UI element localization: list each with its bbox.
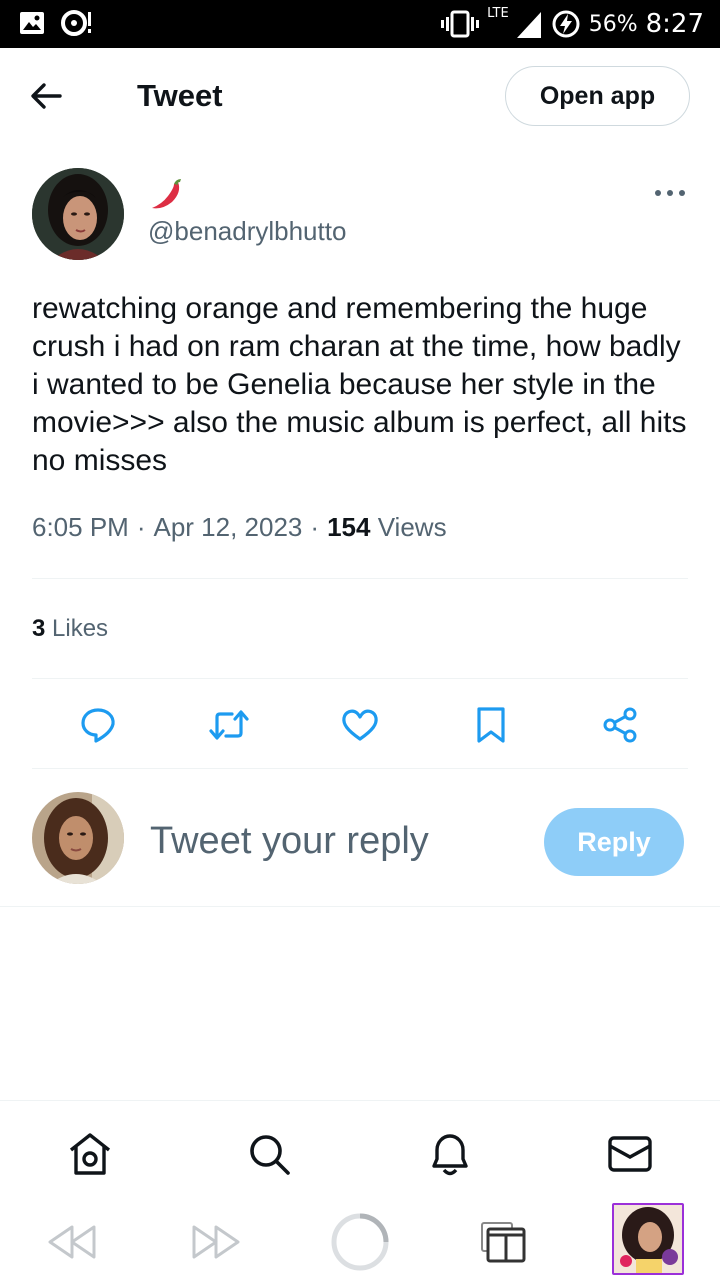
arrow-left-icon [31,83,62,109]
network-type: LTE [487,6,509,21]
nav-messages[interactable] [607,1131,653,1177]
like-button[interactable] [335,700,385,750]
tweet-date[interactable]: Apr 12, 2023 [154,512,303,543]
open-app-button[interactable]: Open app [505,66,690,126]
nav-search[interactable] [246,1131,292,1177]
search-icon [250,1135,290,1175]
reply-icon [81,708,115,743]
browser-back[interactable] [44,1212,100,1272]
page-title: Tweet [137,78,223,113]
back-button[interactable] [28,78,72,118]
forward-icon [192,1225,240,1259]
reply-button[interactable] [73,700,123,750]
vibrate-icon [441,10,480,38]
more-options-icon[interactable] [654,186,686,200]
divider [0,906,720,907]
tweet-time[interactable]: 6:05 PM [32,512,129,543]
chili-pepper-emoji [148,176,184,212]
tabs-icon [481,1222,526,1263]
share-button[interactable] [596,700,646,750]
notifications-icon [432,1134,468,1176]
reply-submit-button[interactable]: Reply [544,808,684,876]
divider [32,678,688,679]
browser-loading[interactable] [328,1212,392,1272]
likes-count: 3 [32,615,46,642]
bookmark-button[interactable] [466,700,516,750]
views-label: Views [377,512,447,542]
clock: 8:27 [645,9,704,39]
bookmark-icon [477,707,505,743]
battery-charging-icon [552,10,580,38]
author-avatar[interactable] [32,168,124,260]
signal-icon [516,12,541,38]
meta-separator: · [310,512,320,542]
header: Tweet Open app [0,48,720,148]
reply-input[interactable]: Tweet your reply [150,820,429,863]
nav-home[interactable] [67,1131,113,1177]
tab-thumbnail[interactable] [612,1203,684,1275]
tweet-text: rewatching orange and remembering the hu… [32,292,687,477]
browser-tabs[interactable] [478,1212,528,1272]
sync-icon [61,10,91,36]
battery-percent: 56% [588,11,638,37]
author-handle[interactable]: @benadrylbhutto [148,216,346,247]
home-icon [69,1133,111,1175]
divider [32,578,688,579]
retweet-icon [209,710,249,740]
image-icon [20,12,44,34]
likes-summary[interactable]: 3 Likes [32,615,108,643]
like-icon [342,709,378,741]
tweet-actions [0,700,720,750]
share-icon [603,707,637,743]
browser-forward[interactable] [188,1212,244,1272]
likes-label: Likes [52,615,109,642]
loading-icon [331,1213,389,1271]
tweet-meta: 6:05 PM · Apr 12, 2023 · 154 Views [32,512,447,543]
nav-notifications[interactable] [427,1131,473,1177]
status-bar: LTE 56% 8:27 [0,0,720,48]
back-icon [48,1225,96,1259]
user-avatar[interactable] [32,792,124,884]
divider [32,768,688,769]
messages-icon [608,1136,652,1172]
meta-separator: · [136,512,146,542]
retweet-button[interactable] [204,700,254,750]
bottom-navigation [0,1100,720,1200]
views-count: 154 [327,512,371,542]
